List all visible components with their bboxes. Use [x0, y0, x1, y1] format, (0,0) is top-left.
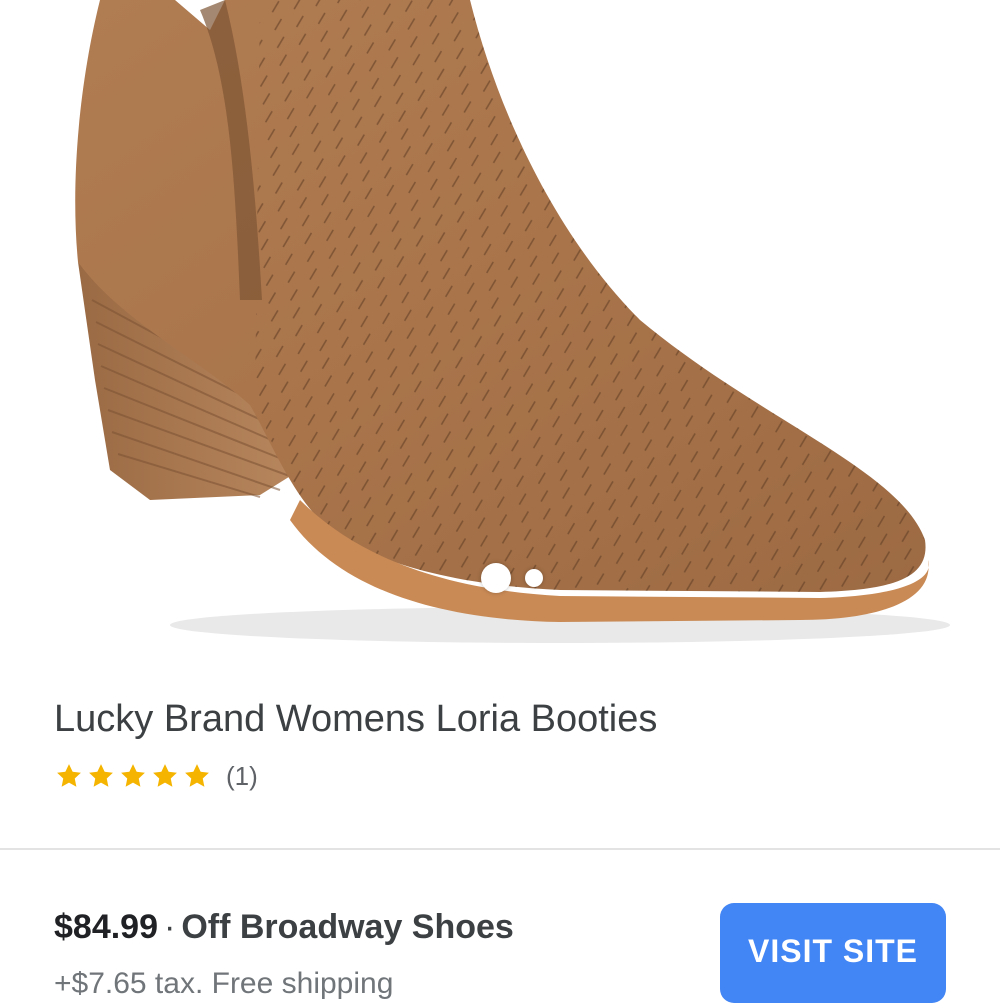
- price: $84.99: [54, 908, 158, 946]
- store-name[interactable]: Off Broadway Shoes: [181, 908, 514, 946]
- star-icon: [89, 764, 113, 787]
- divider: [0, 848, 1000, 850]
- visit-site-button[interactable]: VISIT SITE: [720, 903, 946, 1003]
- carousel-indicator[interactable]: [0, 560, 1000, 596]
- offer-line: $84.99 · Off Broadway Shoes: [54, 904, 514, 950]
- product-rating[interactable]: (1): [54, 756, 258, 796]
- star-icon: [57, 764, 81, 787]
- carousel-dot-active[interactable]: [481, 563, 511, 593]
- star-rating: [54, 761, 212, 791]
- star-icon: [153, 764, 177, 787]
- carousel-dot[interactable]: [525, 569, 543, 587]
- product-image[interactable]: [0, 0, 1000, 660]
- offer-details: +$7.65 tax. Free shipping: [54, 967, 394, 1000]
- star-icon: [185, 764, 209, 787]
- separator: ·: [164, 908, 176, 946]
- star-icon: [121, 764, 145, 787]
- review-count[interactable]: (1): [226, 761, 258, 792]
- product-title[interactable]: Lucky Brand Womens Loria Booties: [54, 694, 657, 744]
